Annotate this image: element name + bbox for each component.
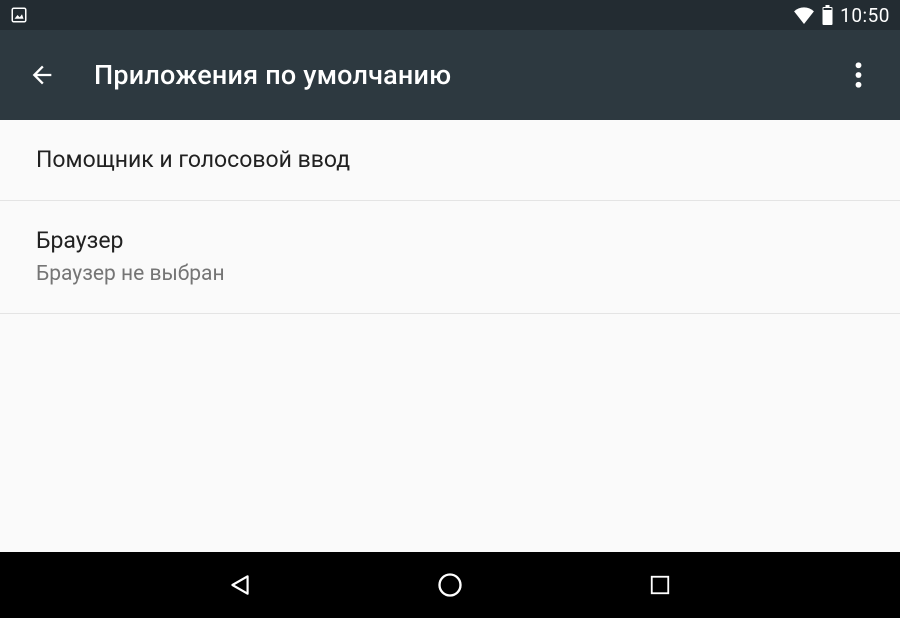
status-bar: 10:50 — [0, 0, 900, 30]
nav-back-button[interactable] — [220, 565, 260, 605]
list-item-assistant[interactable]: Помощник и голосовой ввод — [0, 120, 900, 201]
item-subtitle: Браузер не выбран — [36, 261, 864, 288]
navigation-bar — [0, 552, 900, 618]
image-icon — [10, 6, 28, 24]
item-title: Браузер — [36, 225, 864, 257]
list-item-browser[interactable]: Браузер Браузер не выбран — [0, 201, 900, 313]
page-title: Приложения по умолчанию — [94, 59, 838, 91]
back-button[interactable] — [22, 55, 62, 95]
status-time: 10:50 — [840, 4, 890, 27]
item-title: Помощник и голосовой ввод — [36, 144, 864, 176]
overflow-menu-button[interactable] — [838, 55, 878, 95]
app-bar: Приложения по умолчанию — [0, 30, 900, 120]
status-left — [10, 6, 28, 24]
nav-recent-button[interactable] — [640, 565, 680, 605]
battery-icon — [821, 5, 834, 25]
status-right: 10:50 — [793, 4, 890, 27]
nav-home-button[interactable] — [430, 565, 470, 605]
content: Помощник и голосовой ввод Браузер Браузе… — [0, 120, 900, 314]
wifi-icon — [793, 6, 815, 24]
